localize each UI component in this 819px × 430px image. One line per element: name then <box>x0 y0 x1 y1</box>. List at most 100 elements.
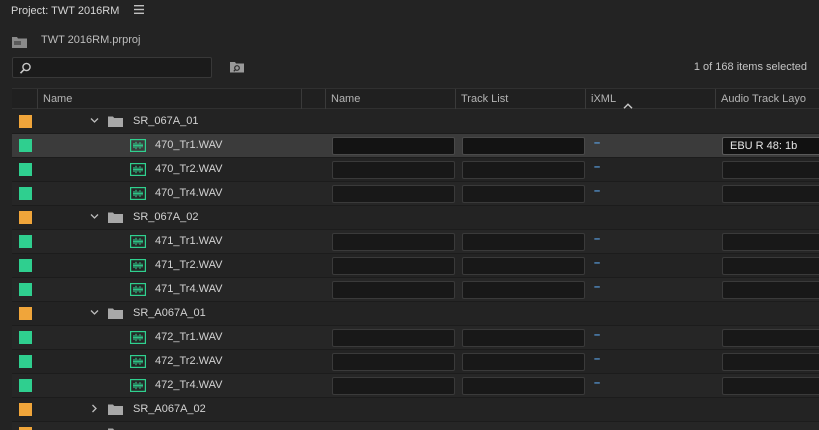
panel-title[interactable]: Project: TWT 2016RM <box>11 5 119 17</box>
ixml-value[interactable]: – <box>594 185 600 197</box>
track-list-field[interactable] <box>462 161 585 179</box>
track-list-field[interactable] <box>462 377 585 395</box>
bin-row[interactable]: SR_067A_02 <box>12 206 819 230</box>
label-color-chip[interactable] <box>19 235 32 248</box>
column-header-audio-track-layout[interactable]: Audio Track Layo <box>715 89 819 109</box>
label-color-chip[interactable] <box>19 115 32 128</box>
label-color-chip[interactable] <box>19 139 32 152</box>
ixml-value[interactable]: – <box>594 353 600 365</box>
clip-name-field[interactable] <box>332 257 455 275</box>
clip-name-field[interactable] <box>332 137 455 155</box>
column-header-ixml-label: iXML <box>591 93 617 105</box>
clip-name-field[interactable] <box>332 161 455 179</box>
search-icon <box>19 62 32 75</box>
track-list-field[interactable] <box>462 185 585 203</box>
column-header-clip-name[interactable]: Name <box>325 89 455 109</box>
audio-track-layout-field[interactable] <box>722 377 819 395</box>
column-header-row: Name Name Track List iXML Audio Track La… <box>12 88 819 109</box>
track-list-field[interactable] <box>462 137 585 155</box>
ixml-value[interactable]: – <box>594 281 600 293</box>
audio-track-layout-field[interactable] <box>722 233 819 251</box>
ixml-value[interactable]: – <box>594 257 600 269</box>
clip-row[interactable]: 472_Tr1.WAV – <box>12 326 819 350</box>
track-list-field[interactable] <box>462 353 585 371</box>
clip-name-field[interactable] <box>332 353 455 371</box>
column-header-name[interactable]: Name <box>37 89 301 109</box>
label-color-chip[interactable] <box>19 379 32 392</box>
bin-folder-icon <box>108 308 123 319</box>
bin-row[interactable] <box>12 422 819 430</box>
clip-row[interactable]: 470_Tr4.WAV – <box>12 182 819 206</box>
clip-row[interactable]: 471_Tr4.WAV – <box>12 278 819 302</box>
panel-title-bar: Project: TWT 2016RM <box>0 0 819 24</box>
bin-row[interactable]: SR_A067A_01 <box>12 302 819 326</box>
label-color-chip[interactable] <box>19 283 32 296</box>
clip-row[interactable]: 470_Tr1.WAV – EBU R 48: 1b <box>12 134 819 158</box>
label-color-chip[interactable] <box>19 331 32 344</box>
label-color-chip[interactable] <box>19 211 32 224</box>
audio-track-layout-field[interactable] <box>722 281 819 299</box>
audio-track-layout-field[interactable] <box>722 161 819 179</box>
track-list-field[interactable] <box>462 281 585 299</box>
audio-waveform-icon <box>130 259 147 273</box>
project-file-name: TWT 2016RM.prproj <box>41 34 141 46</box>
bin-folder-icon <box>108 116 123 127</box>
ixml-value[interactable]: – <box>594 377 600 389</box>
bin-row[interactable]: SR_A067A_02 <box>12 398 819 422</box>
ixml-value[interactable]: – <box>594 137 600 149</box>
audio-track-layout-field[interactable] <box>722 353 819 371</box>
bin-folder-icon <box>108 404 123 415</box>
bin-name: SR_067A_01 <box>133 115 199 127</box>
audio-waveform-icon <box>130 139 147 153</box>
clip-row[interactable]: 472_Tr2.WAV – <box>12 350 819 374</box>
selection-count: 1 of 168 items selected <box>693 61 807 73</box>
label-color-chip[interactable] <box>19 307 32 320</box>
label-color-chip[interactable] <box>19 403 32 416</box>
clip-name: 470_Tr2.WAV <box>155 163 223 175</box>
clip-name-field[interactable] <box>332 329 455 347</box>
bin-name: SR_A067A_01 <box>133 307 206 319</box>
search-field[interactable] <box>12 57 212 78</box>
audio-track-layout-field[interactable]: EBU R 48: 1b <box>722 137 819 155</box>
column-header-ixml[interactable]: iXML <box>585 89 715 109</box>
clip-row[interactable]: 471_Tr1.WAV – <box>12 230 819 254</box>
audio-track-layout-field[interactable] <box>722 257 819 275</box>
clip-name: 472_Tr4.WAV <box>155 379 223 391</box>
clip-name-field[interactable] <box>332 185 455 203</box>
clip-name-field[interactable] <box>332 281 455 299</box>
track-list-field[interactable] <box>462 329 585 347</box>
bin-row[interactable]: SR_067A_01 <box>12 110 819 134</box>
bin-name: SR_A067A_02 <box>133 403 206 415</box>
clip-row[interactable]: 470_Tr2.WAV – <box>12 158 819 182</box>
sort-ascending-icon <box>623 96 633 109</box>
ixml-value[interactable]: – <box>594 329 600 341</box>
label-color-chip[interactable] <box>19 259 32 272</box>
find-bin-icon[interactable] <box>229 60 245 74</box>
label-color-chip[interactable] <box>19 187 32 200</box>
clip-name: 471_Tr2.WAV <box>155 259 223 271</box>
clip-row[interactable]: 471_Tr2.WAV – <box>12 254 819 278</box>
clip-row[interactable]: 472_Tr4.WAV – <box>12 374 819 398</box>
chevron-down-icon[interactable] <box>90 116 99 125</box>
column-header-label[interactable] <box>12 89 37 109</box>
chevron-down-icon[interactable] <box>90 212 99 221</box>
bin-name: SR_067A_02 <box>133 211 199 223</box>
clip-name: 470_Tr4.WAV <box>155 187 223 199</box>
clip-name-field[interactable] <box>332 233 455 251</box>
audio-waveform-icon <box>130 379 147 393</box>
panel-menu-icon[interactable] <box>134 5 145 17</box>
column-header-blank[interactable] <box>301 89 325 109</box>
audio-track-layout-field[interactable] <box>722 329 819 347</box>
column-header-track-list[interactable]: Track List <box>455 89 585 109</box>
chevron-right-icon[interactable] <box>90 404 99 413</box>
ixml-value[interactable]: – <box>594 233 600 245</box>
label-color-chip[interactable] <box>19 163 32 176</box>
label-color-chip[interactable] <box>19 355 32 368</box>
audio-track-layout-field[interactable] <box>722 185 819 203</box>
ixml-value[interactable]: – <box>594 161 600 173</box>
chevron-down-icon[interactable] <box>90 308 99 317</box>
track-list-field[interactable] <box>462 233 585 251</box>
track-list-field[interactable] <box>462 257 585 275</box>
clip-name-field[interactable] <box>332 377 455 395</box>
project-file-row: TWT 2016RM.prproj <box>0 28 819 52</box>
